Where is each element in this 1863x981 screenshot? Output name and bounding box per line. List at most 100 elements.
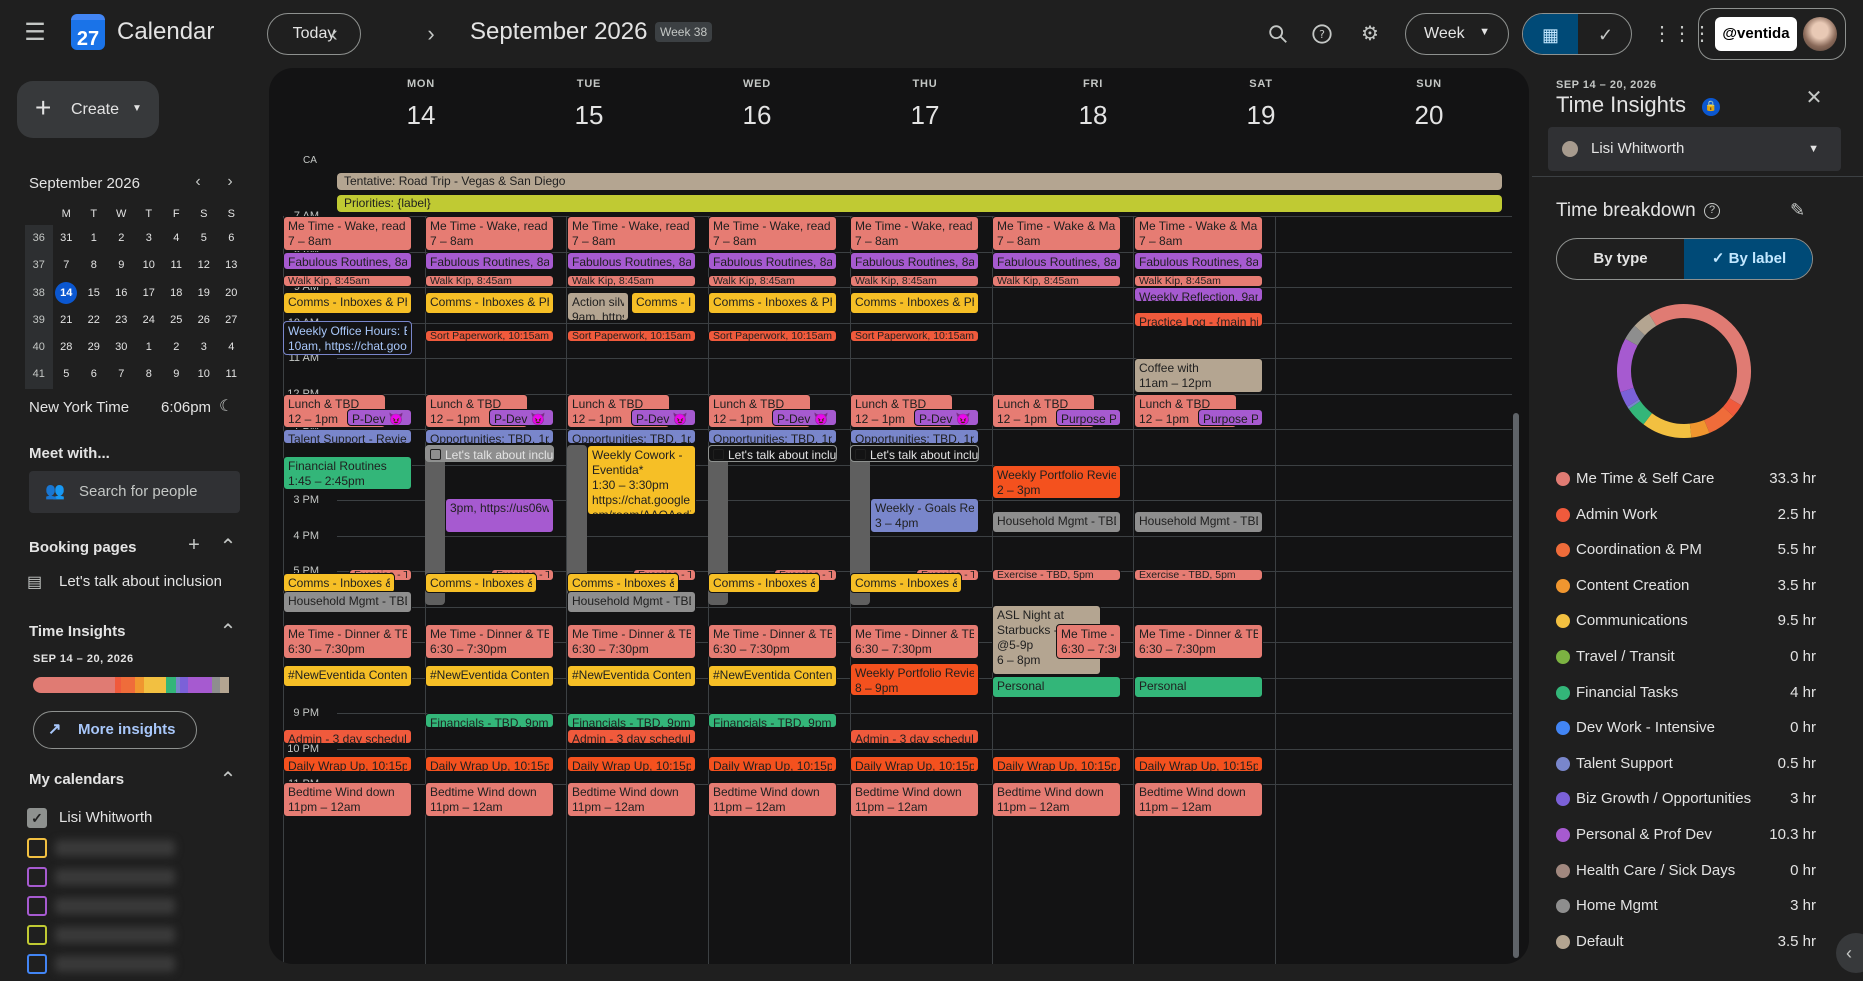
calendar-event[interactable]: Me Time - D6:30 – 7:30pm <box>1056 624 1121 659</box>
calendar-event[interactable]: Personal <box>1134 675 1263 698</box>
donut-slice[interactable] <box>1627 399 1641 409</box>
calendar-event[interactable]: Sort Paperwork, 10:15am <box>567 329 696 342</box>
gear-icon[interactable]: ⚙ <box>1354 18 1386 50</box>
mini-week-number[interactable]: 37 <box>25 252 53 280</box>
mini-week-number[interactable]: 36 <box>25 225 53 253</box>
calendar-event[interactable]: Bedtime Wind down 11pm – 12am <box>850 782 979 817</box>
donut-slice[interactable] <box>1628 400 1653 425</box>
legend-item[interactable]: Home Mgmt 3 hr <box>1556 896 1816 916</box>
calendar-event[interactable]: Daily Wrap Up, 10:15pm <box>708 755 837 773</box>
calendar-checkbox[interactable] <box>27 925 47 945</box>
calendar-event[interactable]: Purpose Pla <box>1198 409 1263 427</box>
day-header[interactable]: THU 17 <box>841 78 1009 131</box>
calendar-event[interactable]: Financials - TBD, 9pm <box>425 713 554 728</box>
account-switcher[interactable]: @ventida <box>1698 8 1846 60</box>
donut-slice[interactable] <box>1620 387 1640 407</box>
calendar-event[interactable]: Me Time - Wake, read ne7 – 8am <box>425 216 554 251</box>
calendar-event[interactable]: P-Dev 😈 - <box>489 409 554 427</box>
calendar-event[interactable]: Weekly Portfolio Reviews8 – 9pm <box>850 663 979 697</box>
mini-day[interactable]: 18 <box>163 280 191 307</box>
calendar-logo[interactable]: 27 <box>71 14 105 50</box>
mini-day[interactable]: 4 <box>163 225 191 252</box>
calendar-event[interactable]: Admin - 3 day schedule r <box>567 728 696 744</box>
day-number[interactable]: 18 <box>1009 100 1177 131</box>
calendar-event[interactable]: Admin - 3 day schedule r <box>850 728 979 744</box>
close-icon[interactable]: ✕ <box>1802 85 1826 110</box>
day-number[interactable]: 19 <box>1177 100 1345 131</box>
add-booking-icon[interactable]: + <box>183 534 205 557</box>
calendar-event[interactable]: Exercise - TBD, 5pm <box>1134 569 1263 582</box>
calendar-event[interactable]: Bedtime Wind down 11pm – 12am <box>992 782 1121 817</box>
calendar-event[interactable]: Action silv=r" Meet9am, https:/ <box>567 292 629 322</box>
mini-day[interactable]: 22 <box>80 307 108 334</box>
legend-item[interactable]: Personal & Prof Dev 10.3 hr <box>1556 825 1816 845</box>
calendar-event[interactable]: Admin - 3 day schedule r <box>283 728 412 744</box>
calendar-event[interactable]: Me Time - Dinner & TBD 6:30 – 7:30pm <box>567 624 696 659</box>
calendar-event[interactable]: Walk Kip, 8:45am <box>850 274 979 287</box>
allday-event[interactable]: Priorities: {label} <box>337 195 1502 212</box>
legend-item[interactable]: Biz Growth / Opportunities 3 hr <box>1556 789 1816 809</box>
calendar-event[interactable]: P-Dev 😈 - <box>914 409 979 427</box>
mini-day[interactable]: 30 <box>108 334 136 361</box>
mini-day[interactable]: 15 <box>80 280 108 307</box>
calendar-event[interactable]: Bedtime Wind down 11pm – 12am <box>1134 782 1263 817</box>
mini-day[interactable]: 10 <box>135 252 163 279</box>
mini-day[interactable]: 3 <box>190 334 218 361</box>
calendar-event[interactable]: Financials - TBD, 9pm <box>567 713 696 728</box>
mini-week-number[interactable]: 41 <box>25 361 53 389</box>
legend-item[interactable]: Content Creation 3.5 hr <box>1556 576 1816 596</box>
breakdown-toggle[interactable]: By type ✓ By label <box>1556 238 1813 280</box>
calendar-checkbox[interactable] <box>27 896 47 916</box>
mini-day[interactable]: 27 <box>218 307 246 334</box>
calendar-event[interactable]: Comms - Inboxes & F <box>425 572 537 594</box>
calendar-event[interactable]: Me Time - Wake, read ne7 – 8am <box>708 216 837 251</box>
calendar-event[interactable]: Me Time - Dinner & TBD 6:30 – 7:30pm <box>850 624 979 659</box>
chevron-up-icon[interactable]: ⌃ <box>217 534 239 559</box>
mini-day[interactable]: 4 <box>218 334 246 361</box>
calendar-event[interactable]: Financials - TBD, 9pm <box>708 713 837 728</box>
calendar-checkbox[interactable] <box>27 954 47 974</box>
calendar-event[interactable]: Me Time - Wake, read ne7 – 8am <box>567 216 696 251</box>
day-header[interactable]: SUN 20 <box>1345 78 1513 131</box>
calendar-event[interactable]: Exercise - TBD, 5pm <box>992 569 1121 582</box>
mini-day[interactable]: 13 <box>218 252 246 279</box>
mini-day[interactable]: 1 <box>80 225 108 252</box>
calendar-event[interactable]: 3pm, https://us06web <box>445 498 554 533</box>
calendar-event[interactable]: Financial Routines 1:45 – 2:45pm <box>283 455 412 491</box>
calendar-event[interactable]: Let's talk about inclus <box>425 444 554 462</box>
mini-day[interactable]: 6 <box>218 225 246 252</box>
mini-day[interactable]: 2 <box>163 334 191 361</box>
mini-week-number[interactable]: 39 <box>25 306 53 335</box>
calendar-event[interactable]: Fabulous Routines, 8am <box>708 251 837 271</box>
calendar-event[interactable]: Daily Wrap Up, 10:15pm <box>992 755 1121 773</box>
donut-slice[interactable] <box>1625 325 1646 346</box>
mini-day[interactable]: 26 <box>190 307 218 334</box>
calendar-event[interactable]: Comms - Inboxes & Phor <box>708 292 837 315</box>
mini-day[interactable]: 7 <box>53 252 81 279</box>
legend-item[interactable]: Default 3.5 hr <box>1556 932 1816 952</box>
calendar-event[interactable]: Walk Kip, 8:45am <box>425 274 554 287</box>
mini-day[interactable]: 23 <box>108 307 136 334</box>
calendar-checkbox[interactable] <box>27 867 47 887</box>
mini-week-number[interactable]: 38 <box>25 279 53 307</box>
calendar-event[interactable]: Household Mgmt - TBD, <box>283 590 412 613</box>
mini-day[interactable]: 8 <box>135 361 163 388</box>
calendar-event[interactable]: Household Mgmt - TBD, <box>567 590 696 613</box>
calendar-event[interactable]: Opportunities: TBD, 1pm <box>708 429 837 444</box>
mini-day[interactable]: 24 <box>135 307 163 334</box>
calendar-event[interactable]: Comms - Inboxes & Phor <box>425 292 554 315</box>
mini-day[interactable]: 28 <box>53 334 81 361</box>
chevron-up-icon[interactable]: ⌃ <box>217 619 239 644</box>
calendar-event[interactable]: Weekly - Goals Revie3 – 4pm <box>870 498 979 533</box>
donut-slice[interactable] <box>1689 419 1710 438</box>
calendar-event[interactable]: Fabulous Routines, 8am <box>283 251 412 271</box>
calendar-event[interactable]: Daily Wrap Up, 10:15pm <box>1134 755 1263 773</box>
day-number[interactable]: 16 <box>673 100 841 131</box>
calendar-event[interactable]: Sort Paperwork, 10:15am <box>425 329 554 342</box>
collapse-panel-icon[interactable]: ‹ <box>1836 933 1863 973</box>
calendar-event[interactable]: Bedtime Wind down 11pm – 12am <box>283 782 412 817</box>
calendar-event[interactable]: Me Time - Dinner & TBD 6:30 – 7:30pm <box>1134 624 1263 659</box>
mini-day[interactable]: 17 <box>135 280 163 307</box>
legend-item[interactable]: Me Time & Self Care 33.3 hr <box>1556 469 1816 489</box>
calendar-event[interactable]: Opportunities: TBD, 1pm <box>850 429 979 444</box>
